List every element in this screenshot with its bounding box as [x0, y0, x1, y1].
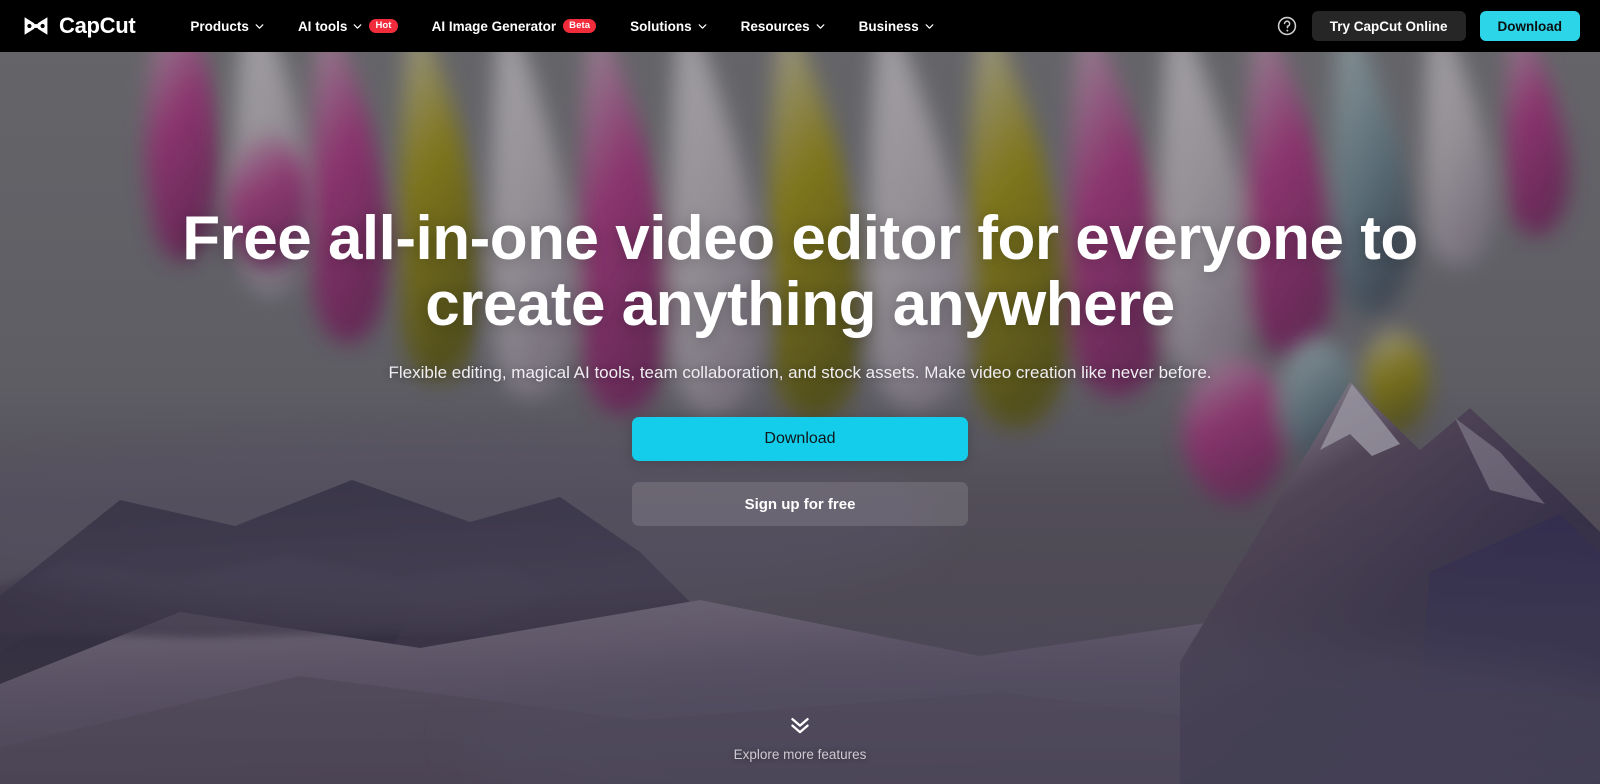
hero-content: Free all-in-one video editor for everyon… [0, 52, 1600, 784]
nav-item-label: Resources [740, 18, 810, 34]
explore-more-label: Explore more features [733, 747, 867, 762]
try-capcut-online-button[interactable]: Try CapCut Online [1311, 11, 1466, 41]
double-chevron-down-icon [787, 711, 813, 737]
nav-item-label: Business [858, 18, 919, 34]
page-title: Free all-in-one video editor for everyon… [182, 204, 1418, 339]
nav-actions: Try CapCut Online Download [1276, 11, 1580, 41]
download-button[interactable]: Download [632, 417, 968, 462]
nav-item-resources[interactable]: Resources [724, 0, 842, 52]
nav-item-label: AI tools [297, 18, 348, 34]
badge-hot: Hot [369, 19, 398, 33]
chevron-down-icon [698, 22, 707, 31]
nav-item-business[interactable]: Business [842, 0, 951, 52]
badge-beta: Beta [563, 19, 597, 33]
chevron-down-icon [925, 22, 934, 31]
nav-download-button[interactable]: Download [1479, 11, 1580, 41]
top-navigation-bar: CapCut Products AI tools Hot AI Image Ge… [0, 0, 1600, 52]
chevron-down-icon [353, 22, 362, 31]
explore-more-features[interactable]: Explore more features [0, 711, 1600, 762]
brand-name: CapCut [59, 13, 136, 38]
nav-item-label: Solutions [630, 18, 692, 34]
chevron-down-icon [816, 22, 825, 31]
brand-logo[interactable]: CapCut [22, 13, 136, 38]
chevron-down-icon [255, 22, 264, 31]
nav-item-solutions[interactable]: Solutions [613, 0, 724, 52]
nav-item-ai-image-generator[interactable]: AI Image Generator Beta [415, 0, 614, 52]
nav-item-label: AI Image Generator [431, 18, 557, 34]
capcut-logo-icon [22, 15, 50, 37]
hero-subtitle: Flexible editing, magical AI tools, team… [388, 363, 1212, 383]
nav-links: Products AI tools Hot AI Image Generator… [173, 0, 950, 52]
nav-item-ai-tools[interactable]: AI tools Hot [281, 0, 415, 52]
hero-cta-group: Download Sign up for free [632, 417, 968, 527]
help-circle-icon[interactable] [1276, 15, 1298, 37]
hero-section: Free all-in-one video editor for everyon… [0, 52, 1600, 784]
nav-item-products[interactable]: Products [173, 0, 281, 52]
sign-up-button[interactable]: Sign up for free [632, 482, 968, 527]
nav-item-label: Products [190, 18, 249, 34]
